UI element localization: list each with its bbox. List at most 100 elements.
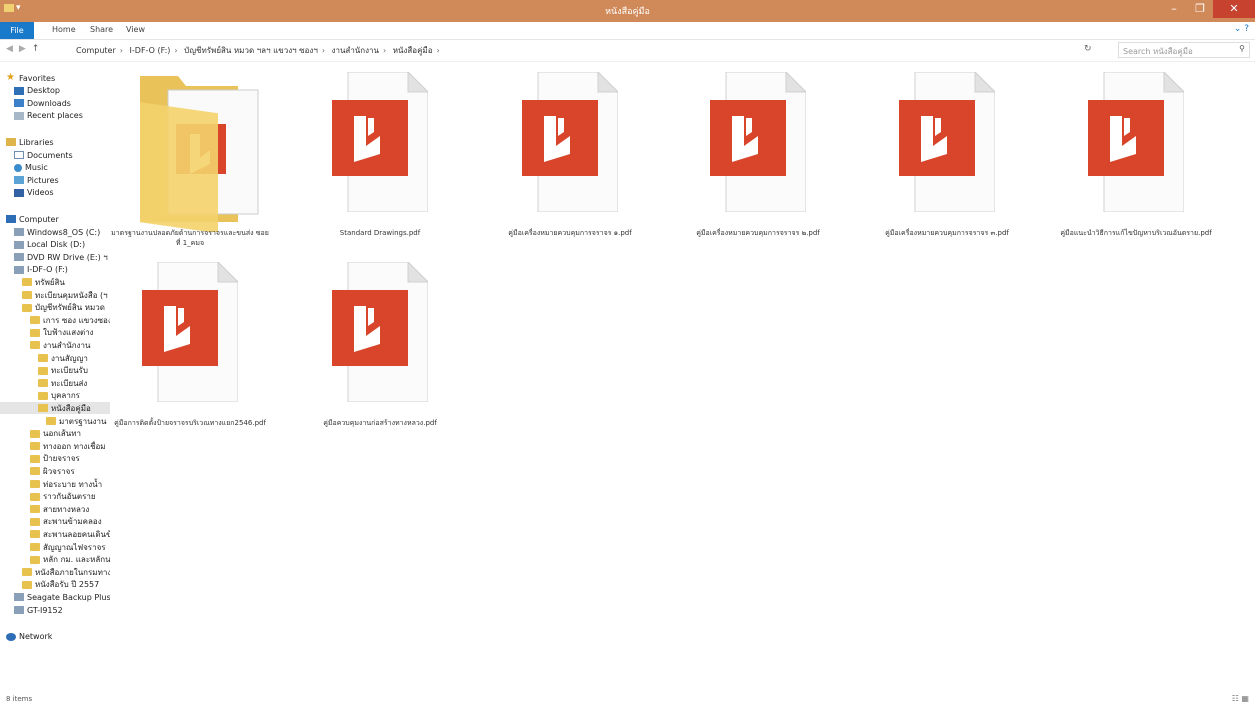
pdf-reader-icon [710,100,786,176]
folder-icon [22,568,32,577]
sidebar-item[interactable]: Seagate Backup Plus [0,591,110,603]
status-bar: 8 items ☷ ▦ [0,694,1255,706]
file-item[interactable]: คู่มือเครื่องหมายควบคุมการจราจร ๑.pdf [490,72,650,262]
sidebar-item[interactable]: งานสัญญา [0,352,110,364]
file-item[interactable]: คู่มือควบคุมงานก่อสร้างทางหลวง.pdf [300,262,460,452]
sidebar-item[interactable]: Local Disk (D:) [0,239,110,251]
sidebar-item[interactable]: ผิวจราจร [0,465,110,477]
sidebar-item[interactable]: Computer [0,213,110,225]
sidebar-item-label: บัญชีทรัพย์สิน หมวด [35,303,105,313]
sidebar-item[interactable]: ทางออก ทางเชื่อม [0,440,110,452]
sidebar-item[interactable]: สะพานลอยคนเดินข้ [0,528,110,540]
search-input[interactable]: Search หนังสือคู่มือ ⚲ [1118,42,1250,58]
sidebar-item[interactable]: หนังสือภายในกรมทาง [0,566,110,578]
sidebar-item[interactable]: Downloads [0,97,110,109]
sidebar-item-label: ทะเบียนรับ [51,366,88,376]
folder-icon [30,543,40,551]
sidebar-item[interactable]: นอกเส้นทา [0,428,110,440]
search-icon[interactable]: ⚲ [1239,44,1245,53]
sidebar-item[interactable]: Libraries [0,136,110,148]
sidebar-item[interactable]: ราวกันอันตราย [0,491,110,503]
refresh-button[interactable]: ↻ [1084,44,1092,54]
pdf-document-icon [328,262,428,402]
sidebar-item-label: หนังสือรับ ปี 2557 [35,580,100,590]
breadcrumb-item[interactable]: Computer [76,46,116,55]
sidebar-item[interactable]: ทะเบียนรับ [0,365,110,377]
sidebar-item[interactable]: Windows8_OS (C:) [0,226,110,238]
sidebar-item[interactable]: Pictures [0,174,110,186]
sidebar-item[interactable]: DVD RW Drive (E:) ฯ [0,251,110,263]
ribbon-tabs: File Home Share View ⌄ ? [0,22,1255,40]
sidebar-item[interactable]: ป้ายจราจร [0,453,110,465]
chevron-right-icon[interactable]: › [322,46,325,55]
file-item[interactable]: คู่มือการติดตั้งป้ายจราจรบริเวณทางแยก254… [110,262,270,452]
sidebar-item[interactable]: หนังสือคู่มือ [0,402,110,415]
folder-icon [30,429,40,438]
tab-view[interactable]: View [126,25,145,34]
tab-home[interactable]: Home [52,25,76,34]
maximize-button[interactable]: ❐ [1187,0,1213,18]
sidebar-item[interactable]: ทรัพย์สิน [0,276,110,288]
sidebar-item-label: นอกเส้นทา [43,429,81,439]
sidebar-item[interactable]: Documents [0,149,110,161]
sidebar-item[interactable]: บัญชีทรัพย์สิน หมวด [0,302,110,314]
sidebar-item[interactable]: Recent places [0,110,110,122]
folder-item[interactable]: มาตรฐานงานปลอดภัยด้านการจราจรและขนส่ง ซอ… [110,72,270,262]
close-button[interactable]: ✕ [1213,0,1255,18]
forward-button[interactable]: ▶ [19,44,26,54]
network-icon [6,632,16,641]
tab-file[interactable]: File [0,22,34,39]
sidebar-item[interactable]: งานสำนักงาน [0,339,110,351]
sidebar-item-label: I-DF-O (F:) [27,265,68,275]
chevron-right-icon[interactable]: › [437,46,440,55]
sidebar-item[interactable]: ทะเบียนคุมหนังสือ (ฯ [0,289,110,301]
sidebar-item[interactable]: ทะเบียนส่ง [0,377,110,389]
pdf-reader-icon [899,100,975,176]
sidebar-item[interactable]: ท่อระบาย ทางน้ำ [0,478,110,490]
breadcrumb-item[interactable]: หนังสือคู่มือ [393,46,433,55]
minimize-button[interactable]: – [1161,0,1187,18]
chevron-right-icon[interactable]: › [120,46,123,55]
sidebar-item-label: Desktop [27,86,60,96]
file-item[interactable]: Standard Drawings.pdf [300,72,460,262]
sidebar-item[interactable]: มาตรฐานงาน [0,415,110,427]
file-item[interactable]: คู่มือแนะนำวิธีการแก้ไขปัญหาบริเวณอันตรา… [1056,72,1216,262]
sidebar-item[interactable]: Videos [0,187,110,199]
file-item[interactable]: คู่มือเครื่องหมายควบคุมการจราจร ๓.pdf [867,72,1027,262]
sidebar-item[interactable]: I-DF-O (F:) [0,264,110,276]
sidebar-item[interactable]: ใบฟ้างแสงต่าง [0,327,110,339]
tab-share[interactable]: Share [90,25,113,34]
sidebar-item[interactable]: Network [0,631,110,643]
breadcrumb-item[interactable]: I-DF-O (F:) [130,46,171,55]
file-name: คู่มือควบคุมงานก่อสร้างทางหลวง.pdf [323,419,437,427]
up-button[interactable]: ↑ [32,44,40,54]
sidebar-item[interactable]: หลัก กม. และหลักน [0,554,110,566]
pdf-document-icon [518,72,618,212]
pdf-reader-icon [142,290,218,366]
breadcrumb[interactable]: Computer › I-DF-O (F:) › บัญชีทรัพย์สิน หม… [76,44,1076,58]
sidebar-item[interactable]: สะพานข้ามคลอง [0,516,110,528]
sidebar-item[interactable]: เการ ซอง แขวงซองฯ [0,314,110,326]
help-icon[interactable]: ⌄ ? [1234,24,1249,34]
file-item[interactable]: คู่มือเครื่องหมายควบคุมการจราจร ๒.pdf [678,72,838,262]
sidebar-item-label: มาตรฐานงาน [59,416,107,426]
pdf-reader-icon [1088,100,1164,176]
back-button[interactable]: ◀ [6,44,13,54]
sidebar-item-label: สะพานลอยคนเดินข้ [43,529,110,539]
navigation-pane: ★ Favorites Desktop Downloads Recent places L… [0,66,110,692]
sidebar-item[interactable]: ★ Favorites [0,72,110,84]
sidebar-item[interactable]: Desktop [0,85,110,97]
documents-icon [14,151,24,159]
sidebar-item[interactable]: สายทางหลวง [0,503,110,515]
chevron-right-icon[interactable]: › [174,46,177,55]
chevron-right-icon[interactable]: › [383,46,386,55]
sidebar-item[interactable]: สัญญาณไฟจราจร [0,541,110,553]
sidebar-item[interactable]: Music [0,162,110,174]
sidebar-item-label: ป้ายจราจร [43,454,80,464]
breadcrumb-item[interactable]: บัญชีทรัพย์สิน หมวด ฯลฯ แขวงฯ ซองฯ [184,46,318,55]
sidebar-item[interactable]: บุคลากร [0,390,110,402]
breadcrumb-item[interactable]: งานสำนักงาน [332,46,379,55]
sidebar-item[interactable]: หนังสือรับ ปี 2557 [0,579,110,591]
sidebar-item[interactable]: GT-I9152 [0,604,110,616]
view-toggle-icon[interactable]: ☷ ▦ [1232,694,1249,703]
